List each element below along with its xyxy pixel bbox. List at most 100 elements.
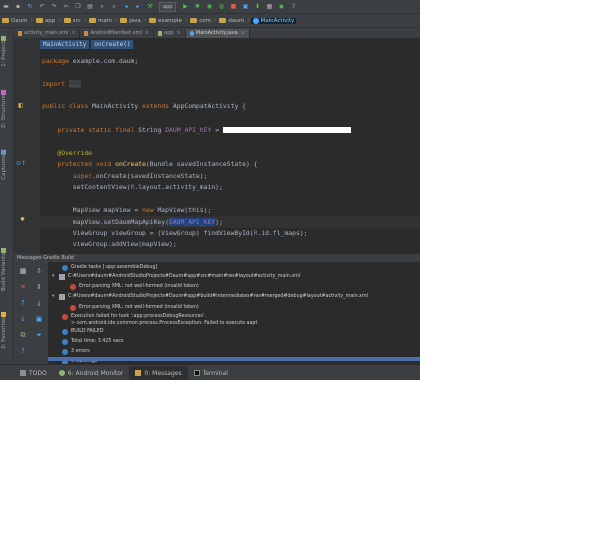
horizontal-scrollbar[interactable] [48, 357, 420, 361]
copy-icon[interactable]: ❐ [75, 3, 82, 10]
code-line-api-key-field: private static final String DAUM_API_KEY… [42, 126, 351, 134]
tool-tab-terminal[interactable]: Terminal [188, 366, 234, 380]
nav-crumb[interactable]: app [34, 18, 57, 24]
make-project-icon[interactable]: ⚒ [147, 3, 154, 10]
redo-icon[interactable]: ↷ [51, 3, 58, 10]
chevron-right-icon: › [30, 17, 33, 24]
message-file-node[interactable]: ▾ C:#Users#daum#AndroidStudioProjects#Dau… [52, 294, 368, 300]
hide-warnings-icon[interactable]: ▣ [35, 315, 43, 323]
close-icon[interactable]: × [71, 30, 75, 36]
close-icon[interactable]: × [145, 30, 149, 36]
tab-main-activity-java[interactable]: MainActivity.java × [185, 28, 250, 38]
error-icon [62, 314, 68, 320]
tool-tab-build-variants[interactable]: Build Variants [1, 246, 7, 291]
android-icon [58, 370, 65, 376]
nav-crumb[interactable]: java [118, 18, 143, 24]
rerun-icon[interactable]: ▦ [19, 267, 27, 275]
replace-icon[interactable]: ⌕ [111, 3, 118, 10]
code-line-import: import ... [42, 80, 81, 88]
message-file-node[interactable]: ▾ C:#Users#daum#AndroidStudioProjects#Dau… [52, 274, 300, 280]
paste-icon[interactable]: ▤ [87, 3, 94, 10]
tab-activity-main-xml[interactable]: activity_main.xml × [14, 28, 81, 38]
star-icon [1, 312, 7, 317]
todo-icon [20, 370, 26, 376]
editor-crumb-method[interactable]: onCreate() [91, 40, 134, 49]
stop-icon[interactable]: ■ [230, 3, 237, 10]
save-icon[interactable]: ▪ [15, 3, 22, 10]
run-config-select[interactable]: app [159, 1, 177, 12]
coverage-icon[interactable]: ◍ [218, 3, 225, 10]
tool-tab-structure[interactable]: Z: Structure [1, 88, 7, 128]
chevron-right-icon: › [184, 17, 188, 24]
tab-app[interactable]: app × [154, 28, 186, 38]
export-icon[interactable]: ⤓ [35, 299, 43, 307]
forward-icon[interactable]: ▸ [135, 3, 142, 10]
sdk-manager-icon[interactable]: ⬇ [254, 3, 261, 10]
error-icon [70, 305, 76, 311]
chevron-down-icon[interactable]: ▾ [52, 274, 57, 279]
nav-crumb[interactable]: main [87, 18, 114, 24]
nav-crumb[interactable]: example [147, 18, 184, 24]
debug-icon[interactable]: ✱ [194, 3, 201, 10]
message-item[interactable]: Execution failed for task ':app:processD… [62, 314, 206, 320]
sync-icon[interactable]: ↻ [27, 3, 34, 10]
undo-icon[interactable]: ↶ [39, 3, 46, 10]
open-folder-icon[interactable]: ▬ [3, 3, 10, 10]
navigation-bar: Daum › app › src › main › java › example… [0, 14, 420, 28]
manifest-file-icon [84, 30, 89, 36]
expand-all-icon[interactable]: ⇕ [35, 283, 43, 291]
code-line-super-call: super.onCreate(savedInstanceState); [72, 172, 208, 180]
message-item[interactable]: BUILD FAILED [62, 329, 104, 335]
nav-crumb[interactable]: daum [217, 18, 246, 24]
avd-manager-icon[interactable]: ▣ [242, 3, 249, 10]
chevron-down-icon[interactable]: ▾ [52, 294, 57, 299]
tool-tab-messages[interactable]: 0: Messages [129, 366, 188, 380]
close-icon[interactable]: × [241, 30, 245, 36]
open-in-editor-icon[interactable]: ⧉ [19, 331, 27, 339]
code-line-package: package example.com.daum; [42, 57, 139, 65]
tool-tab-project[interactable]: 1: Project [1, 34, 7, 67]
tab-android-manifest[interactable]: AndroidManifest.xml × [80, 28, 155, 38]
attach-debugger-icon[interactable]: ◉ [206, 3, 213, 10]
scroll-to-end-icon[interactable]: ⇩ [35, 267, 43, 275]
info-icon [62, 329, 68, 335]
close-panel-icon[interactable]: ✕ [19, 283, 27, 291]
lightbulb-icon[interactable]: ✹ [20, 216, 25, 223]
tool-window-bar: TODO 6: Android Monitor 0: Messages Term… [0, 364, 420, 380]
run-icon[interactable]: ▶ [182, 3, 189, 10]
tool-tab-captures[interactable]: Captures [1, 148, 7, 180]
nav-crumb-current[interactable]: MainActivity [250, 17, 297, 24]
editor-crumb-class[interactable]: MainActivity [40, 40, 90, 49]
message-item[interactable]: Gradle tasks [:app:assembleDebug] [62, 265, 157, 271]
override-marker-icon[interactable]: ⊙↑ [16, 160, 26, 167]
help-icon[interactable]: ? [19, 347, 27, 355]
folder-icon [219, 18, 227, 23]
tool-tab-todo[interactable]: TODO [14, 366, 53, 380]
next-message-icon[interactable]: ↓ [19, 315, 27, 323]
tool-tab-favorites[interactable]: 2: Favorites [1, 310, 7, 349]
code-line-set-api-key: mapView.setDaumMapApiKey(DAUM_API_KEY); [72, 218, 223, 226]
project-structure-icon[interactable]: ▦ [266, 3, 273, 10]
close-icon[interactable]: × [177, 30, 181, 36]
folded-imports[interactable]: ... [68, 80, 81, 88]
code-editor[interactable]: MainActivity onCreate() package example.… [40, 38, 420, 254]
message-item[interactable]: 3 errors [62, 349, 90, 355]
previous-message-icon[interactable]: ↑ [19, 299, 27, 307]
tool-tab-android-monitor[interactable]: 6: Android Monitor [53, 366, 130, 380]
folder-icon [89, 18, 97, 23]
class-marker-icon[interactable]: ◧ [18, 102, 24, 109]
message-item[interactable]: Error:parsing XML: not well-formed (inva… [70, 284, 199, 290]
info-icon [62, 349, 68, 355]
nav-crumb[interactable]: src [62, 18, 83, 24]
nav-crumb[interactable]: com [188, 18, 213, 24]
message-item[interactable]: > com.android.ide.common.process.Process… [71, 321, 257, 326]
help-icon[interactable]: ? [290, 3, 297, 10]
message-item[interactable]: Total time: 3.425 secs [62, 339, 124, 345]
find-icon[interactable]: ⌕ [99, 3, 106, 10]
filter-icon[interactable]: ⏷ [35, 331, 43, 339]
cut-icon[interactable]: ✂ [63, 3, 70, 10]
nav-crumb[interactable]: Daum [0, 18, 29, 24]
back-icon[interactable]: ◂ [123, 3, 130, 10]
message-item[interactable]: Error:parsing XML: not well-formed (inva… [70, 305, 199, 311]
android-device-monitor-icon[interactable]: ◆ [278, 3, 285, 10]
